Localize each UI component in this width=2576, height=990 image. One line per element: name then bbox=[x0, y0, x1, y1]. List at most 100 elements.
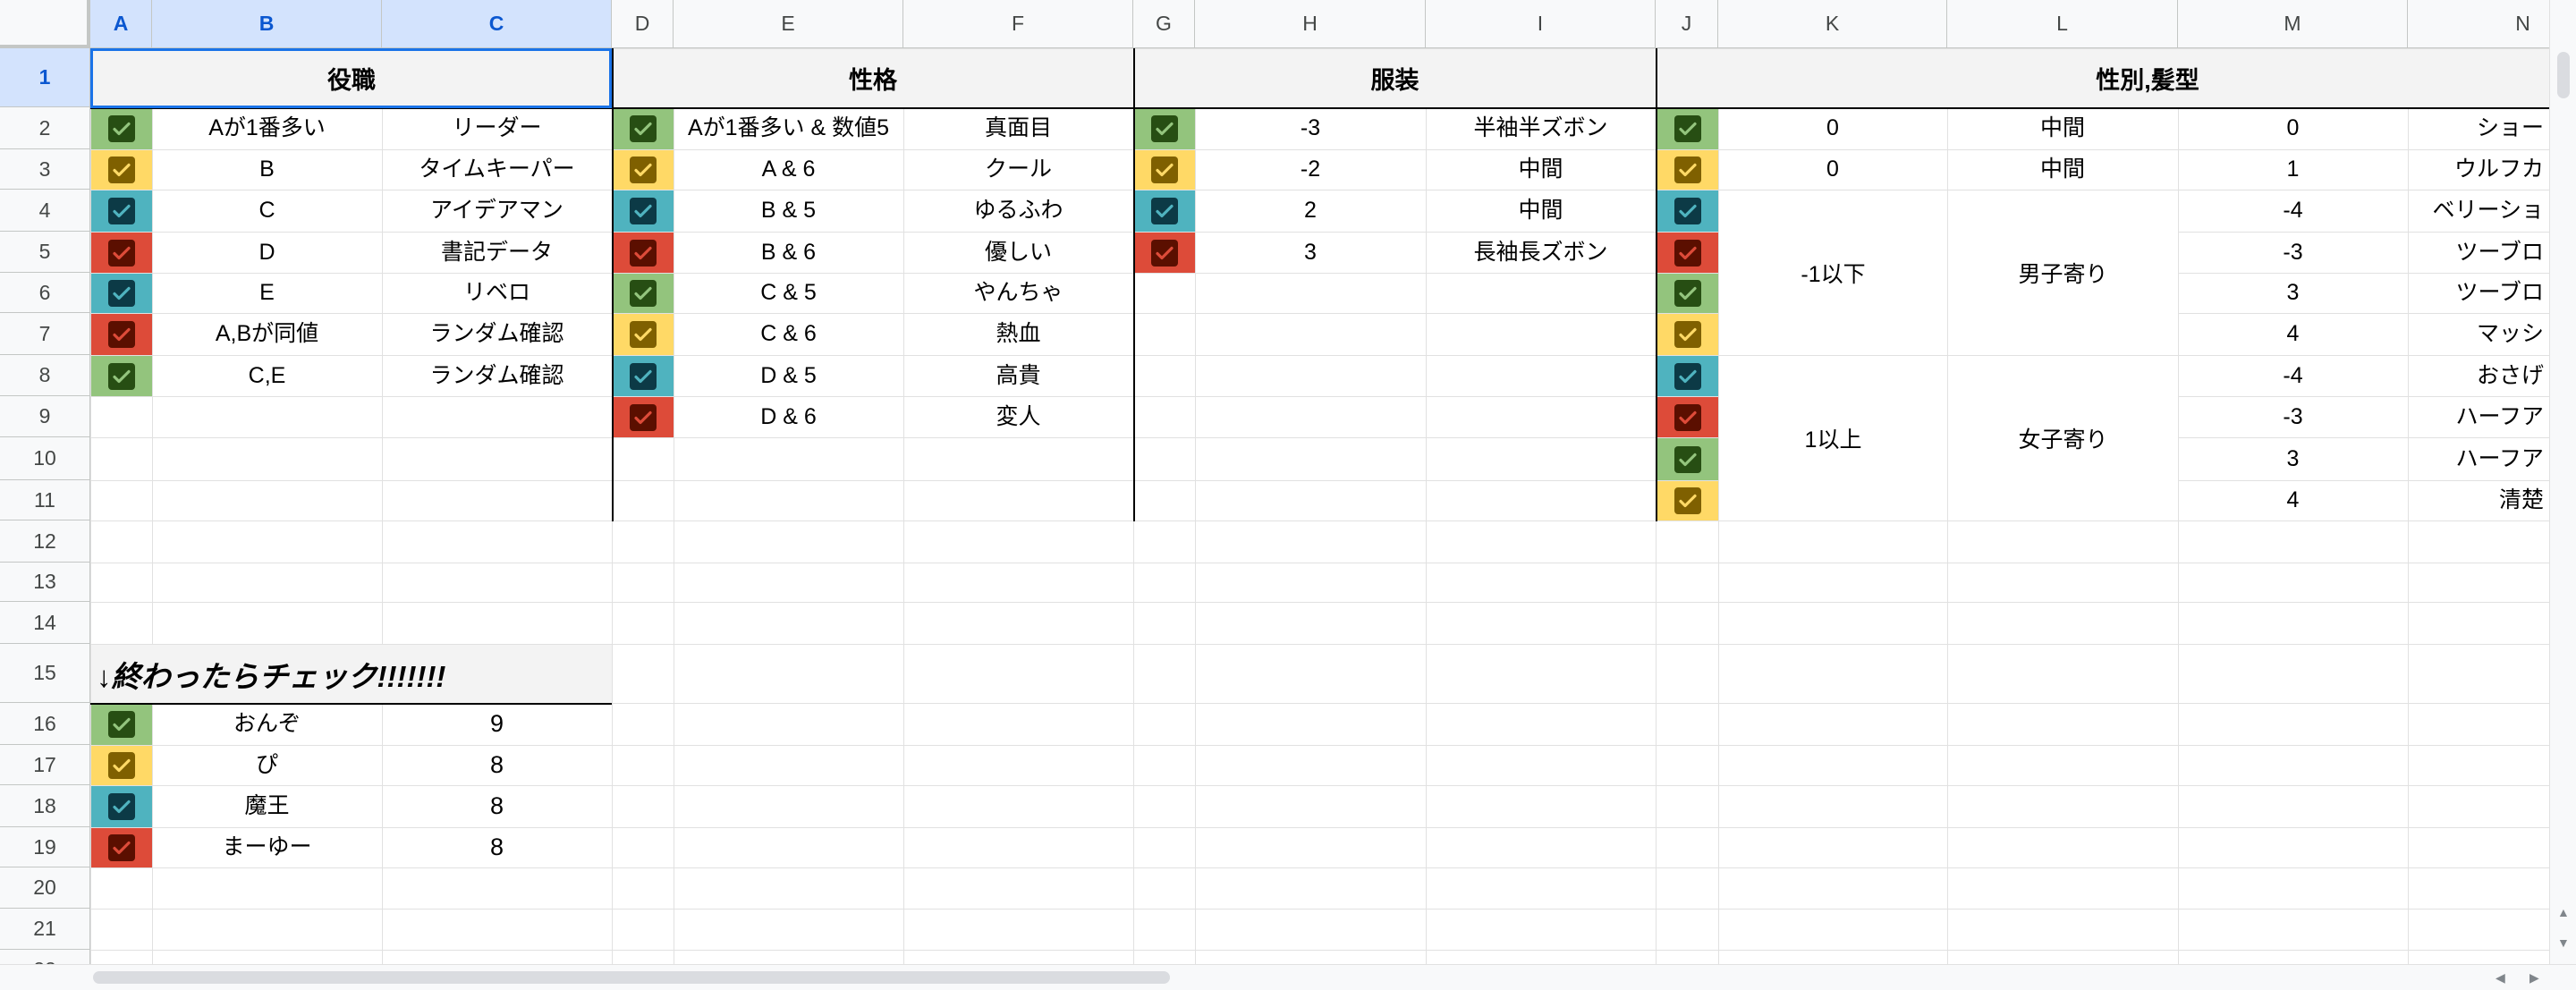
clothing-value-cell[interactable]: -2 bbox=[1195, 149, 1426, 190]
member-score-cell[interactable]: 9 bbox=[382, 703, 612, 745]
checked-checkbox-icon[interactable] bbox=[108, 711, 135, 738]
hair-style-cell[interactable]: ウルフカ bbox=[2408, 149, 2549, 190]
column-header-n[interactable]: N bbox=[2408, 0, 2549, 48]
member-name-cell[interactable]: 魔王 bbox=[152, 785, 382, 827]
role-name-cell[interactable]: ランダム確認 bbox=[382, 355, 612, 396]
role-name-cell[interactable]: リベロ bbox=[382, 273, 612, 313]
checked-checkbox-icon[interactable] bbox=[108, 115, 135, 142]
column-header-m[interactable]: M bbox=[2178, 0, 2408, 48]
hair-value-cell[interactable]: -4 bbox=[2178, 190, 2408, 232]
gender-merged-value-cell[interactable]: -1以下 bbox=[1719, 190, 1947, 355]
gender-value-cell[interactable]: 0 bbox=[1718, 149, 1947, 190]
personality-condition-cell[interactable]: A & 6 bbox=[674, 149, 903, 190]
gender-hair-header[interactable]: 性別,髪型 bbox=[1657, 49, 2549, 107]
checked-checkbox-icon[interactable] bbox=[630, 157, 657, 183]
horizontal-scroll-thumb[interactable] bbox=[93, 971, 1170, 984]
gender-merged-name-cell[interactable]: 男子寄り bbox=[1948, 190, 2178, 355]
row-header-21[interactable]: 21 bbox=[0, 909, 90, 950]
row-header-17[interactable]: 17 bbox=[0, 745, 90, 785]
checked-checkbox-icon[interactable] bbox=[630, 198, 657, 224]
row-header-22[interactable]: 22 bbox=[0, 950, 90, 964]
row-header-14[interactable]: 14 bbox=[0, 602, 90, 644]
hair-style-cell[interactable]: ハーフア bbox=[2408, 437, 2549, 480]
hair-value-cell[interactable]: 4 bbox=[2178, 313, 2408, 355]
select-all-corner[interactable] bbox=[0, 0, 90, 48]
column-header-e[interactable]: E bbox=[674, 0, 903, 48]
checkbox-cell[interactable] bbox=[613, 233, 674, 273]
checked-checkbox-icon[interactable] bbox=[108, 239, 135, 267]
checked-checkbox-icon[interactable] bbox=[108, 362, 135, 390]
checked-checkbox-icon[interactable] bbox=[1674, 157, 1701, 183]
checkbox-cell[interactable] bbox=[613, 314, 674, 355]
column-header-j[interactable]: J bbox=[1656, 0, 1718, 48]
role-condition-cell[interactable]: B bbox=[152, 149, 382, 190]
checkbox-cell[interactable] bbox=[91, 704, 152, 745]
checkbox-cell[interactable] bbox=[613, 150, 674, 190]
personality-header[interactable]: 性格 bbox=[613, 49, 1133, 107]
checked-checkbox-icon[interactable] bbox=[1674, 115, 1701, 142]
member-score-cell[interactable]: 8 bbox=[382, 785, 612, 827]
checkbox-cell[interactable] bbox=[91, 190, 152, 232]
column-header-i[interactable]: I bbox=[1426, 0, 1656, 48]
row-header-8[interactable]: 8 bbox=[0, 355, 90, 396]
personality-condition-cell[interactable]: D & 5 bbox=[674, 355, 903, 396]
row-header-4[interactable]: 4 bbox=[0, 190, 90, 232]
checkbox-cell[interactable] bbox=[1657, 150, 1718, 190]
row-header-1[interactable]: 1 bbox=[0, 48, 90, 107]
hair-value-cell[interactable]: 3 bbox=[2178, 437, 2408, 480]
done-check-header[interactable]: ↓終わったらチェック!!!!!!! bbox=[91, 645, 612, 703]
member-score-cell[interactable]: 8 bbox=[382, 827, 612, 867]
row-header-19[interactable]: 19 bbox=[0, 827, 90, 867]
checked-checkbox-icon[interactable] bbox=[1151, 115, 1178, 142]
column-header-f[interactable]: F bbox=[903, 0, 1133, 48]
checkbox-cell[interactable] bbox=[613, 356, 674, 396]
checked-checkbox-icon[interactable] bbox=[630, 321, 657, 348]
scroll-down-arrow[interactable]: ▼ bbox=[2557, 935, 2570, 950]
checkbox-cell[interactable] bbox=[1657, 108, 1718, 149]
personality-condition-cell[interactable]: B & 5 bbox=[674, 190, 903, 232]
column-header-h[interactable]: H bbox=[1195, 0, 1426, 48]
clothing-name-cell[interactable]: 半袖半ズボン bbox=[1426, 107, 1656, 149]
personality-condition-cell[interactable]: B & 6 bbox=[674, 232, 903, 273]
checked-checkbox-icon[interactable] bbox=[108, 198, 135, 224]
column-header-l[interactable]: L bbox=[1947, 0, 2178, 48]
hair-value-cell[interactable]: 3 bbox=[2178, 273, 2408, 313]
row-header-15[interactable]: 15 bbox=[0, 644, 90, 703]
personality-condition-cell[interactable]: Aが1番多い & 数値5 bbox=[674, 107, 903, 149]
checkbox-cell[interactable] bbox=[1657, 190, 1718, 232]
hair-style-cell[interactable]: ツーブロ bbox=[2408, 273, 2549, 313]
clothing-value-cell[interactable]: 2 bbox=[1195, 190, 1426, 232]
checkbox-cell[interactable] bbox=[1657, 314, 1718, 355]
column-header-a[interactable]: A bbox=[90, 0, 152, 48]
checked-checkbox-icon[interactable] bbox=[630, 280, 657, 307]
personality-condition-cell[interactable]: C & 5 bbox=[674, 273, 903, 313]
checked-checkbox-icon[interactable] bbox=[1151, 157, 1178, 183]
checkbox-cell[interactable] bbox=[613, 274, 674, 313]
personality-name-cell[interactable]: クール bbox=[903, 149, 1133, 190]
personality-name-cell[interactable]: 熱血 bbox=[903, 313, 1133, 355]
personality-name-cell[interactable]: 変人 bbox=[903, 396, 1133, 437]
role-condition-cell[interactable]: Aが1番多い bbox=[152, 107, 382, 149]
checked-checkbox-icon[interactable] bbox=[108, 280, 135, 307]
gender-value-cell[interactable]: 0 bbox=[1718, 107, 1947, 149]
checkbox-cell[interactable] bbox=[1657, 274, 1718, 313]
checked-checkbox-icon[interactable] bbox=[108, 793, 135, 820]
row-header-16[interactable]: 16 bbox=[0, 703, 90, 745]
row-header-12[interactable]: 12 bbox=[0, 520, 90, 563]
checkbox-cell[interactable] bbox=[91, 786, 152, 827]
checked-checkbox-icon[interactable] bbox=[1674, 487, 1701, 514]
checkbox-cell[interactable] bbox=[1134, 233, 1195, 273]
checkbox-cell[interactable] bbox=[1657, 356, 1718, 396]
hair-value-cell[interactable]: 0 bbox=[2178, 107, 2408, 149]
checkbox-cell[interactable] bbox=[1134, 108, 1195, 149]
role-condition-cell[interactable]: E bbox=[152, 273, 382, 313]
role-name-cell[interactable]: リーダー bbox=[382, 107, 612, 149]
row-header-2[interactable]: 2 bbox=[0, 107, 90, 149]
checkbox-cell[interactable] bbox=[91, 233, 152, 273]
member-name-cell[interactable]: ぴ bbox=[152, 745, 382, 785]
checkbox-cell[interactable] bbox=[613, 397, 674, 437]
checkbox-cell[interactable] bbox=[91, 314, 152, 355]
checkbox-cell[interactable] bbox=[91, 356, 152, 396]
hair-style-cell[interactable]: ハーフア bbox=[2408, 396, 2549, 437]
clothing-name-cell[interactable]: 中間 bbox=[1426, 149, 1656, 190]
